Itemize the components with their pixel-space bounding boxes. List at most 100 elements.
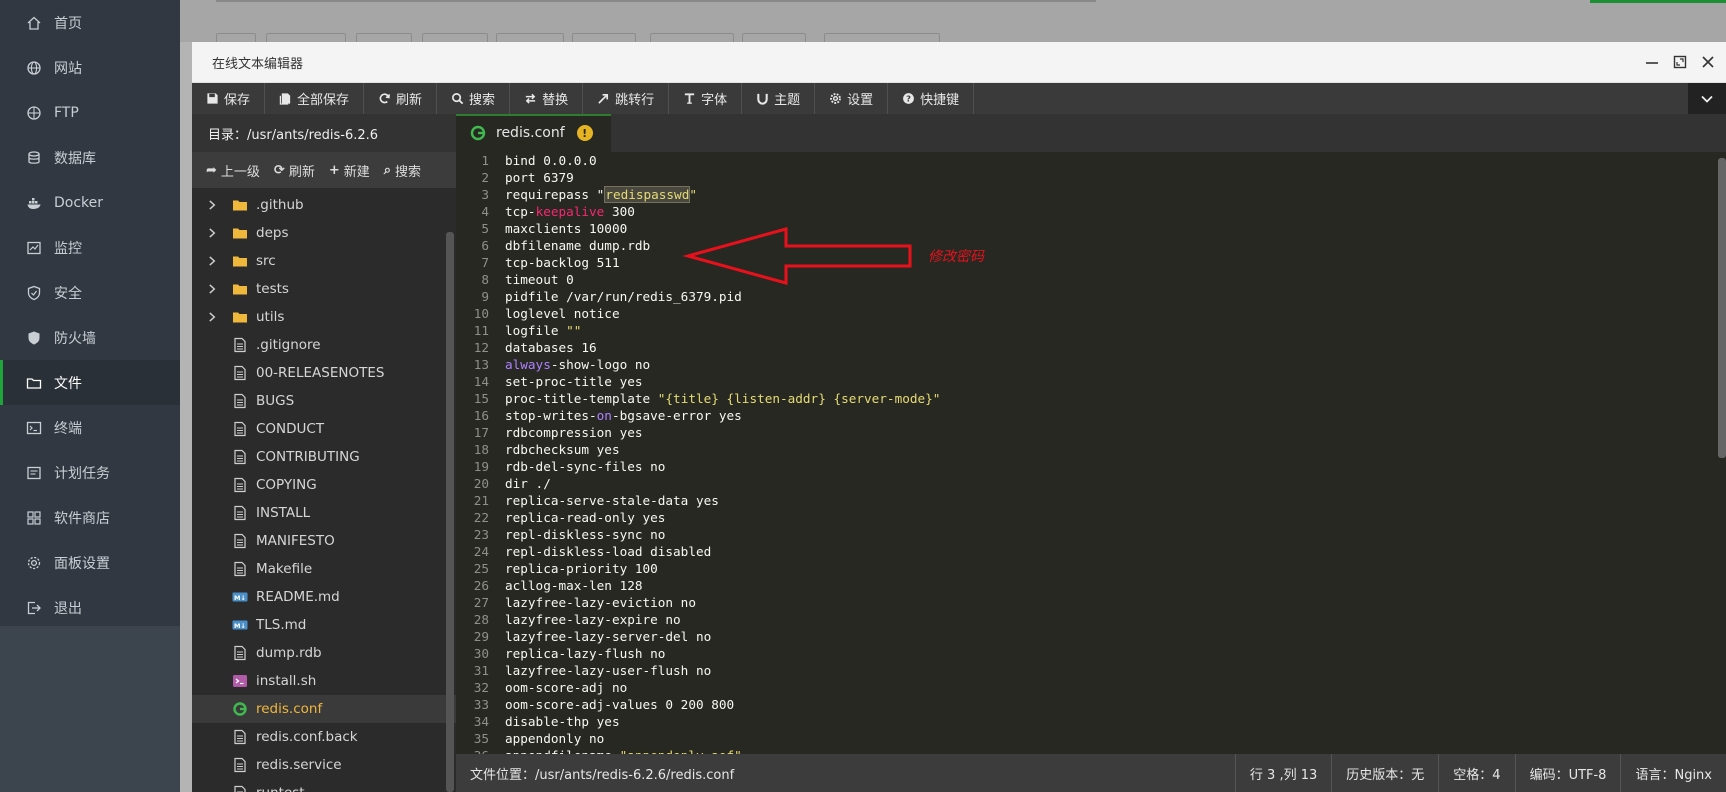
file-item[interactable]: Makefile — [192, 555, 456, 583]
code-line[interactable]: 33 oom-score-adj-values 0 200 800 — [456, 696, 1726, 713]
file-action-refresh-button[interactable]: ⟳ 刷新 — [274, 161, 315, 180]
file-item[interactable]: CONDUCT — [192, 415, 456, 443]
code-line[interactable]: 6 dbfilename dump.rdb — [456, 237, 1726, 254]
code-scrollbar[interactable] — [1718, 158, 1726, 458]
chevron-right-icon[interactable] — [208, 255, 220, 267]
code-line[interactable]: 27 lazyfree-lazy-eviction no — [456, 594, 1726, 611]
code-line[interactable]: 22 replica-read-only yes — [456, 509, 1726, 526]
code-line[interactable]: 13 always-show-logo no — [456, 356, 1726, 373]
code-line[interactable]: 2 port 6379 — [456, 169, 1726, 186]
code-line[interactable]: 8 timeout 0 — [456, 271, 1726, 288]
folder-item[interactable]: src — [192, 247, 456, 275]
code-line[interactable]: 24 repl-diskless-load disabled — [456, 543, 1726, 560]
file-item[interactable]: redis.conf.back — [192, 723, 456, 751]
toolbar-font-button[interactable]: 字体 — [669, 83, 743, 114]
toolbar-replace-button[interactable]: 替换 — [510, 83, 584, 114]
code-line[interactable]: 21 replica-serve-stale-data yes — [456, 492, 1726, 509]
code-line[interactable]: 32 oom-score-adj no — [456, 679, 1726, 696]
file-list-scrollbar[interactable] — [446, 232, 454, 792]
file-item[interactable]: 00-RELEASENOTES — [192, 359, 456, 387]
code-line[interactable]: 12 databases 16 — [456, 339, 1726, 356]
nav-item[interactable]: 安全 — [0, 270, 180, 315]
folder-item[interactable]: tests — [192, 275, 456, 303]
nav-item[interactable]: 网站 — [0, 45, 180, 90]
status-language[interactable]: 语言：Nginx — [1620, 754, 1726, 792]
nav-item[interactable]: 监控 — [0, 225, 180, 270]
code-line[interactable]: 29 lazyfree-lazy-server-del no — [456, 628, 1726, 645]
code-line[interactable]: 35 appendonly no — [456, 730, 1726, 747]
status-cursor-position[interactable]: 行 3 ,列 13 — [1234, 754, 1331, 792]
nav-item[interactable]: FTP — [0, 90, 180, 135]
nav-item[interactable]: 文件 — [0, 360, 180, 405]
chevron-right-icon[interactable] — [208, 199, 220, 211]
toolbar-save-button[interactable]: 保存 — [192, 83, 266, 114]
nav-item[interactable]: 防火墙 — [0, 315, 180, 360]
code-line[interactable]: 20 dir ./ — [456, 475, 1726, 492]
code-line[interactable]: 36appendfilename "appendonly.aof" — [456, 747, 1726, 754]
nav-item[interactable]: 面板设置 — [0, 540, 180, 585]
file-item[interactable]: .gitignore — [192, 331, 456, 359]
folder-item[interactable]: utils — [192, 303, 456, 331]
status-encoding[interactable]: 编码：UTF-8 — [1514, 754, 1621, 792]
close-button[interactable] — [1698, 52, 1718, 72]
file-action-plus-button[interactable]: + 新建 — [329, 161, 370, 180]
file-item[interactable]: redis.conf — [192, 695, 456, 723]
file-item[interactable]: redis.service — [192, 751, 456, 779]
toolbar-save-all-button[interactable]: 全部保存 — [265, 83, 365, 114]
code-line[interactable]: 3 requirepass "redispasswd" — [456, 186, 1726, 203]
code-line[interactable]: 34 disable-thp yes — [456, 713, 1726, 730]
chevron-right-icon[interactable] — [208, 311, 220, 323]
code-line[interactable]: 31 lazyfree-lazy-user-flush no — [456, 662, 1726, 679]
code-line[interactable]: 15 proc-title-template "{title} {listen-a… — [456, 390, 1726, 407]
folder-item[interactable]: deps — [192, 219, 456, 247]
toolbar-refresh-button[interactable]: 刷新 — [364, 83, 438, 114]
nav-item[interactable]: 软件商店 — [0, 495, 180, 540]
nav-item[interactable]: 首页 — [0, 0, 180, 45]
file-item[interactable]: M↓ README.md — [192, 583, 456, 611]
file-action-up-button[interactable]: ➦ 上一级 — [206, 161, 260, 180]
code-line[interactable]: 10 loglevel notice — [456, 305, 1726, 322]
code-line[interactable]: 16 stop-writes-on-bgsave-error yes — [456, 407, 1726, 424]
code-line[interactable]: 11 logfile "" — [456, 322, 1726, 339]
file-item[interactable]: runtest — [192, 779, 456, 792]
toolbar-search-button[interactable]: 搜索 — [437, 83, 511, 114]
nav-item[interactable]: Docker — [0, 180, 180, 225]
code-area[interactable]: 1 bind 0.0.0.0 2 port 6379 3 requirepass "red… — [456, 152, 1726, 754]
toolbar-theme-button[interactable]: 主题 — [742, 83, 816, 114]
chevron-right-icon[interactable] — [208, 283, 220, 295]
status-history[interactable]: 历史版本：无 — [1331, 754, 1438, 792]
file-item[interactable]: M↓ TLS.md — [192, 611, 456, 639]
file-item[interactable]: MANIFESTO — [192, 527, 456, 555]
minimize-button[interactable] — [1642, 52, 1662, 72]
toolbar-jump-button[interactable]: 跳转行 — [583, 83, 670, 114]
file-item[interactable]: CONTRIBUTING — [192, 443, 456, 471]
nav-item[interactable]: 退出 — [0, 585, 180, 630]
code-line[interactable]: 30 replica-lazy-flush no — [456, 645, 1726, 662]
status-indent[interactable]: 空格：4 — [1438, 754, 1514, 792]
code-line[interactable]: 19 rdb-del-sync-files no — [456, 458, 1726, 475]
code-line[interactable]: 26 acllog-max-len 128 — [456, 577, 1726, 594]
code-line[interactable]: 14 set-proc-title yes — [456, 373, 1726, 390]
nav-item[interactable]: 终端 — [0, 405, 180, 450]
code-line[interactable]: 5 maxclients 10000 — [456, 220, 1726, 237]
tab-redis-conf[interactable]: redis.conf ! — [456, 114, 611, 152]
code-line[interactable]: 18 rdbchecksum yes — [456, 441, 1726, 458]
file-action-search-button[interactable]: ⌕ 搜索 — [384, 161, 421, 180]
nav-item[interactable]: 计划任务 — [0, 450, 180, 495]
file-item[interactable]: install.sh — [192, 667, 456, 695]
file-item[interactable]: INSTALL — [192, 499, 456, 527]
code-line[interactable]: 4 tcp-keepalive 300 — [456, 203, 1726, 220]
file-item[interactable]: COPYING — [192, 471, 456, 499]
code-line[interactable]: 28 lazyfree-lazy-expire no — [456, 611, 1726, 628]
code-line[interactable]: 1 bind 0.0.0.0 — [456, 152, 1726, 169]
file-item[interactable]: dump.rdb — [192, 639, 456, 667]
nav-item[interactable]: 数据库 — [0, 135, 180, 180]
code-line[interactable]: 9 pidfile /var/run/redis_6379.pid — [456, 288, 1726, 305]
chevron-right-icon[interactable] — [208, 227, 220, 239]
file-item[interactable]: BUGS — [192, 387, 456, 415]
code-line[interactable]: 17 rdbcompression yes — [456, 424, 1726, 441]
folder-item[interactable]: .github — [192, 191, 456, 219]
code-line[interactable]: 25 replica-priority 100 — [456, 560, 1726, 577]
code-line[interactable]: 7 tcp-backlog 511 — [456, 254, 1726, 271]
toolbar-gear-button[interactable]: 设置 — [815, 83, 889, 114]
